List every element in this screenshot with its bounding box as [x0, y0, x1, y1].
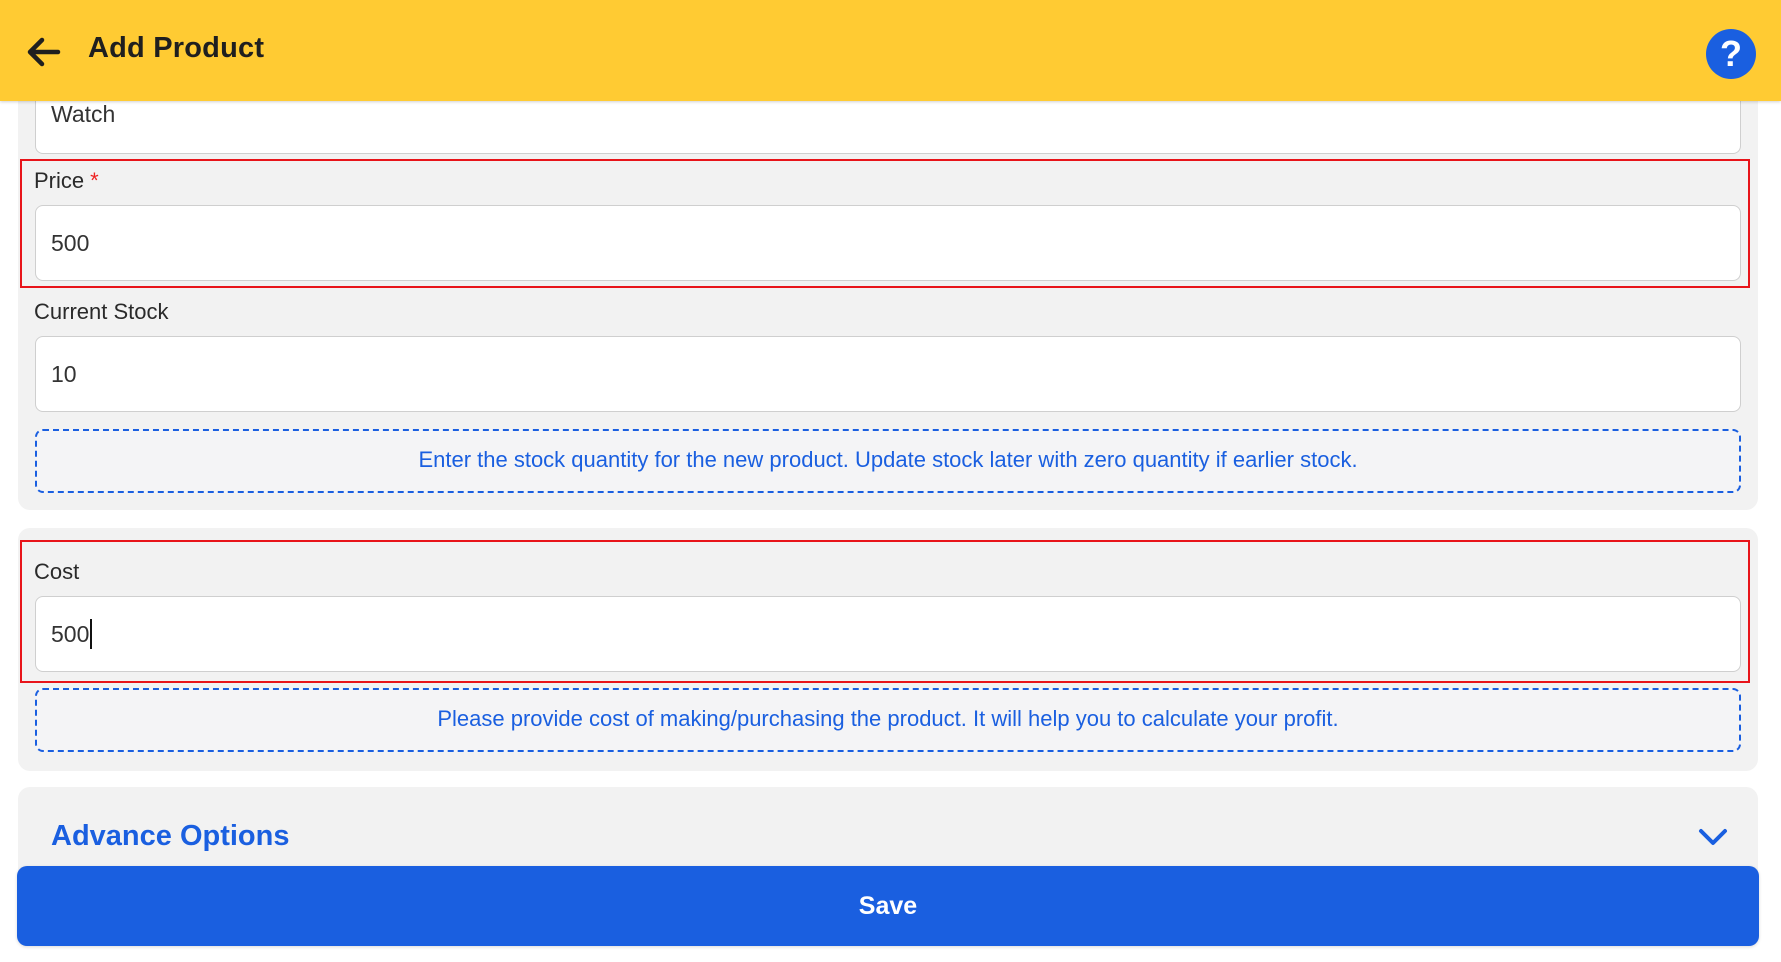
- stock-hint: Enter the stock quantity for the new pro…: [35, 429, 1741, 493]
- bottom-strip: [0, 946, 1781, 962]
- save-button[interactable]: Save: [17, 866, 1759, 946]
- help-circle-icon: ?: [1720, 33, 1742, 74]
- text-cursor: [90, 618, 93, 649]
- price-input[interactable]: 500: [35, 205, 1741, 281]
- advance-options-toggle[interactable]: [1696, 825, 1730, 849]
- back-button[interactable]: [22, 30, 66, 74]
- arrow-left-icon: [27, 37, 61, 67]
- cost-input[interactable]: 500: [35, 596, 1741, 672]
- advance-options-label[interactable]: Advance Options: [51, 820, 290, 853]
- chevron-down-icon: [1699, 829, 1727, 845]
- app-header: Add Product ?: [0, 0, 1781, 101]
- page-title: Add Product: [88, 32, 265, 64]
- price-label-text: Price: [34, 168, 85, 193]
- price-label: Price *: [34, 168, 99, 194]
- help-button[interactable]: ?: [1706, 29, 1756, 79]
- cost-hint: Please provide cost of making/purchasing…: [35, 688, 1741, 752]
- cost-value: 500: [51, 621, 90, 647]
- current-stock-label: Current Stock: [34, 299, 169, 324]
- cost-label: Cost: [34, 559, 80, 584]
- required-marker: *: [90, 168, 99, 193]
- current-stock-input[interactable]: 10: [35, 336, 1741, 412]
